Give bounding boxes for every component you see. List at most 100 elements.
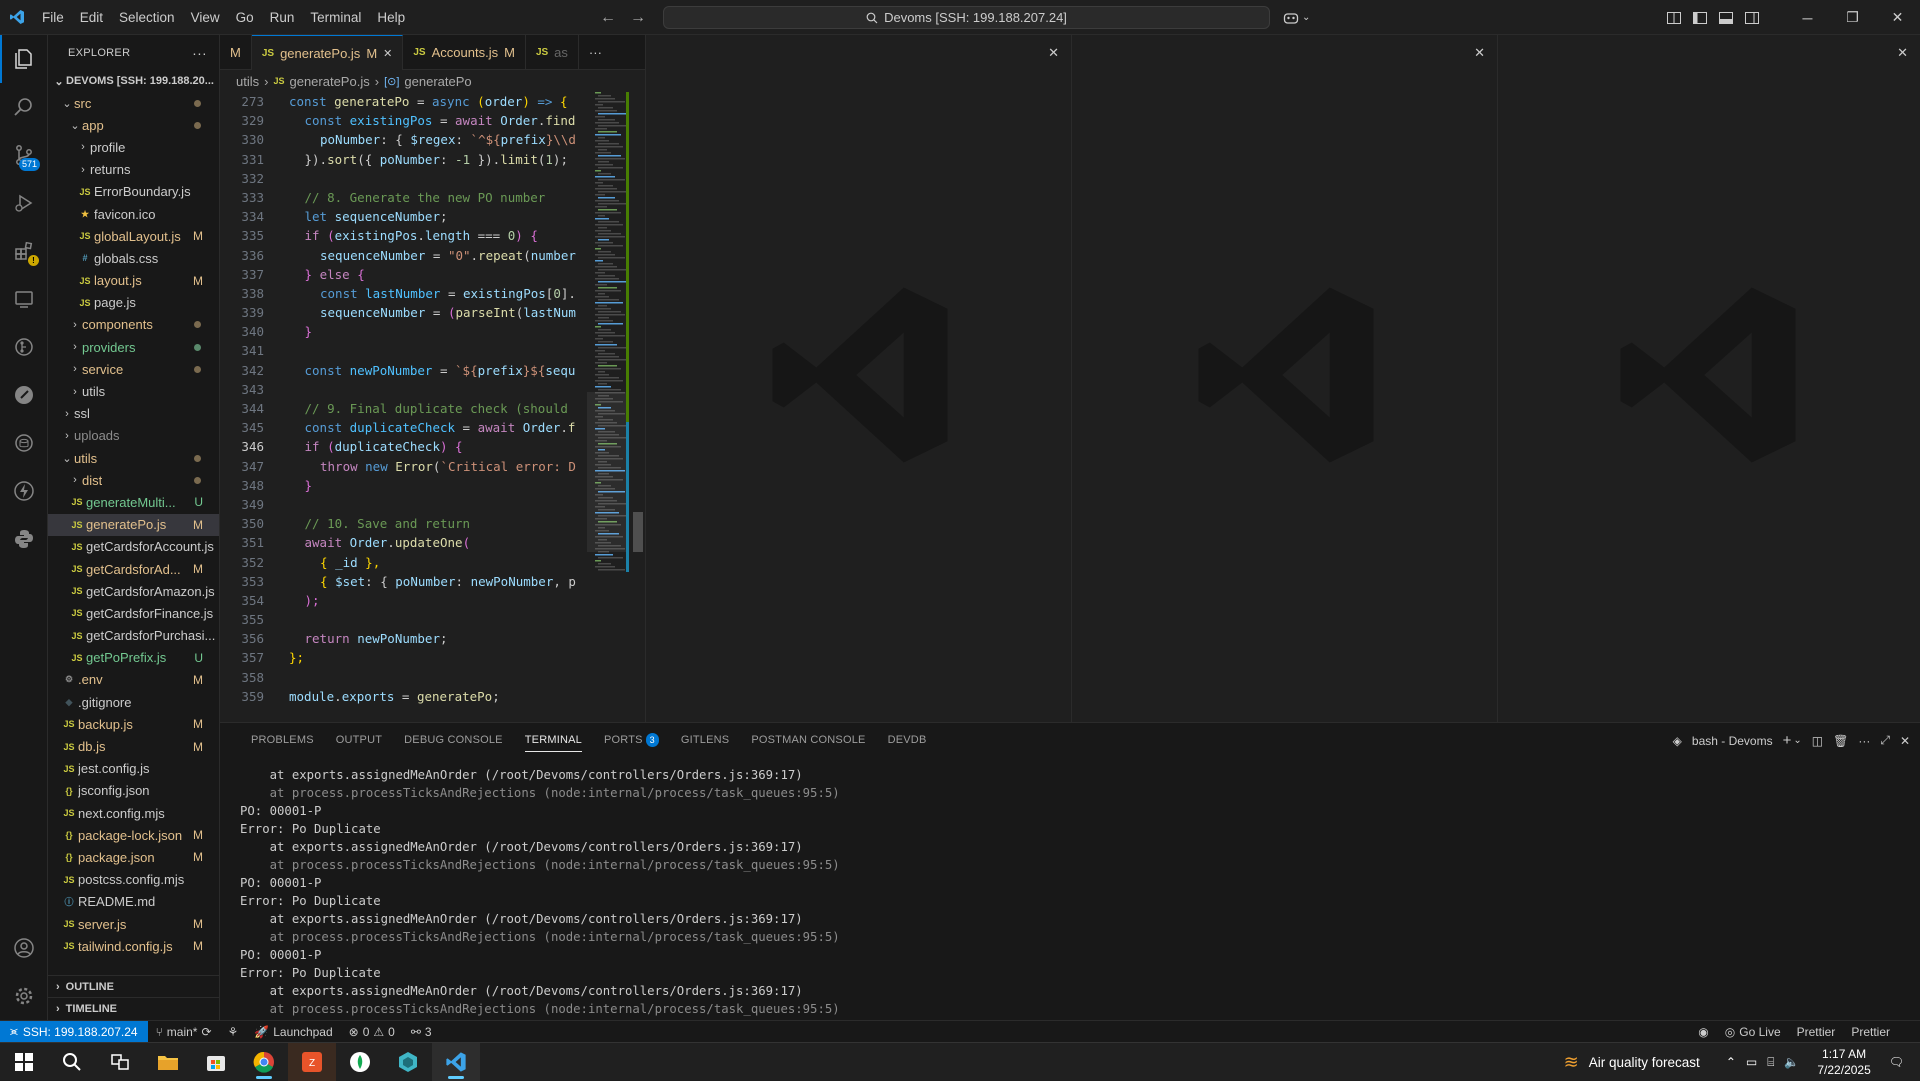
tree-item[interactable]: › profile: [48, 136, 219, 158]
forward-arrow-icon[interactable]: →: [630, 9, 646, 27]
python-icon[interactable]: [0, 515, 48, 563]
remote-indicator[interactable]: ⪤ SSH: 199.188.207.24: [0, 1020, 148, 1043]
windows-start-icon[interactable]: [0, 1043, 48, 1081]
menu-item-go[interactable]: Go: [228, 0, 262, 35]
taskbar-search-icon[interactable]: [48, 1043, 96, 1081]
code-lines[interactable]: const generatePo = async (order) => {con…: [289, 92, 609, 706]
close-group-icon[interactable]: ✕: [1048, 45, 1059, 61]
trash-icon[interactable]: 🗑: [1833, 734, 1848, 748]
code-line[interactable]: poNumber: { $regex: `^${prefix}\\d: [289, 130, 609, 149]
new-terminal-icon[interactable]: +: [1783, 732, 1792, 749]
close-tab-icon[interactable]: ✕: [383, 47, 392, 60]
menu-item-view[interactable]: View: [183, 0, 228, 35]
run-debug-icon[interactable]: [0, 179, 48, 227]
minimap[interactable]: [587, 92, 645, 722]
tree-item[interactable]: › dist: [48, 469, 219, 491]
panel-tab-problems[interactable]: PROBLEMS: [240, 723, 325, 758]
code-line[interactable]: // 10. Save and return: [289, 514, 609, 533]
tree-item[interactable]: JS globalLayout.js M: [48, 225, 219, 247]
tree-item[interactable]: › uploads: [48, 425, 219, 447]
postman-icon[interactable]: [0, 371, 48, 419]
code-line[interactable]: [289, 380, 609, 399]
panel-tab-postman-console[interactable]: POSTMAN CONSOLE: [740, 723, 876, 758]
terminal-output[interactable]: at exports.assignedMeAnOrder (/root/Devo…: [240, 766, 840, 1018]
tree-item[interactable]: JS tailwind.config.js M: [48, 935, 219, 957]
tree-item[interactable]: ★ favicon.ico: [48, 203, 219, 225]
code-line[interactable]: }: [289, 322, 609, 341]
chevron-up-icon[interactable]: ⌃: [1726, 1055, 1736, 1069]
timeline-section[interactable]: › TIMELINE: [48, 997, 219, 1019]
code-line[interactable]: [289, 341, 609, 360]
command-center[interactable]: Devoms [SSH: 199.188.207.24]: [663, 6, 1270, 29]
panel-tab-debug-console[interactable]: DEBUG CONSOLE: [393, 723, 514, 758]
code-line[interactable]: const duplicateCheck = await Order.f: [289, 418, 609, 437]
chevron-down-icon[interactable]: ⌄: [1793, 735, 1801, 746]
tree-item[interactable]: JS page.js: [48, 292, 219, 314]
panel-tab-output[interactable]: OUTPUT: [325, 723, 393, 758]
tree-item[interactable]: {} package-lock.json M: [48, 824, 219, 846]
volume-icon[interactable]: 🔈: [1784, 1055, 1799, 1069]
extensions-icon[interactable]: !: [0, 227, 48, 275]
prettier-status-2[interactable]: Prettier: [1843, 1025, 1898, 1039]
ports-indicator[interactable]: ⚯ 3: [403, 1025, 440, 1039]
tree-item[interactable]: JS generateMulti... U: [48, 491, 219, 513]
code-line[interactable]: if (existingPos.length === 0) {: [289, 226, 609, 245]
explorer-icon[interactable]: [0, 35, 48, 83]
branch-indicator[interactable]: ⑂ main* ⟳: [148, 1025, 220, 1039]
back-arrow-icon[interactable]: ←: [600, 9, 616, 27]
code-line[interactable]: sequenceNumber = (parseInt(lastNum: [289, 303, 609, 322]
menu-item-file[interactable]: File: [34, 0, 72, 35]
tree-item[interactable]: › components: [48, 314, 219, 336]
code-line[interactable]: if (duplicateCheck) {: [289, 437, 609, 456]
customize-layout-icon[interactable]: [1661, 0, 1687, 35]
chrome-icon[interactable]: [240, 1043, 288, 1081]
prettier-status[interactable]: Prettier: [1789, 1025, 1844, 1039]
editor-group-2[interactable]: ✕: [645, 35, 1071, 722]
tree-item[interactable]: › utils: [48, 380, 219, 402]
copilot-icon[interactable]: ⌄: [1283, 0, 1310, 35]
menu-item-selection[interactable]: Selection: [111, 0, 183, 35]
panel-tab-devdb[interactable]: DEVDB: [877, 723, 938, 758]
tree-item[interactable]: JS db.js M: [48, 735, 219, 757]
code-line[interactable]: } else {: [289, 265, 609, 284]
tree-item[interactable]: JS generatePo.js M: [48, 513, 219, 536]
tree-item[interactable]: JS getCardsforAmazon.js: [48, 580, 219, 602]
mongodb-compass-icon[interactable]: [336, 1043, 384, 1081]
terminal-name[interactable]: bash - Devoms: [1692, 734, 1773, 748]
tree-item[interactable]: › ssl: [48, 403, 219, 425]
microsoft-store-icon[interactable]: [192, 1043, 240, 1081]
tree-item[interactable]: ⌄ utils: [48, 447, 219, 469]
tree-item[interactable]: › returns: [48, 159, 219, 181]
tab-m[interactable]: M: [220, 35, 252, 70]
gitlens-icon[interactable]: [0, 323, 48, 371]
thunder-client-icon[interactable]: [0, 467, 48, 515]
code-line[interactable]: const existingPos = await Order.find: [289, 111, 609, 130]
editor-group-3[interactable]: ✕: [1071, 35, 1497, 722]
code-line[interactable]: }).sort({ poNumber: -1 }).limit(1);: [289, 150, 609, 169]
code-line[interactable]: module.exports = generatePo;: [289, 687, 609, 706]
vscode-taskbar-icon[interactable]: [432, 1042, 480, 1081]
code-line[interactable]: { _id },: [289, 553, 609, 572]
code-line[interactable]: [289, 169, 609, 188]
close-window-icon[interactable]: ✕: [1875, 0, 1920, 35]
code-line[interactable]: [289, 610, 609, 629]
zoho-icon[interactable]: Z: [288, 1042, 336, 1081]
code-line[interactable]: const lastNumber = existingPos[0].: [289, 284, 609, 303]
menu-item-run[interactable]: Run: [262, 0, 303, 35]
tree-item[interactable]: JS getCardsforFinance.js: [48, 602, 219, 624]
toggle-secondary-sidebar-icon[interactable]: [1739, 0, 1765, 35]
close-panel-icon[interactable]: ✕: [1900, 734, 1910, 748]
code-line[interactable]: return newPoNumber;: [289, 629, 609, 648]
restore-icon[interactable]: ❐: [1830, 0, 1875, 35]
sync-icon[interactable]: ⟳: [201, 1025, 211, 1039]
tab-as[interactable]: JS as: [526, 35, 579, 70]
tree-item[interactable]: JS next.config.mjs: [48, 802, 219, 824]
tree-item[interactable]: ⌄ app: [48, 114, 219, 136]
file-explorer-icon[interactable]: [144, 1043, 192, 1081]
outline-section[interactable]: › OUTLINE: [48, 975, 219, 997]
code-line[interactable]: // 9. Final duplicate check (should: [289, 399, 609, 418]
copilot-status-icon[interactable]: ◉: [1690, 1025, 1716, 1039]
panel-tab-gitlens[interactable]: GITLENS: [670, 723, 740, 758]
code-line[interactable]: }: [289, 476, 609, 495]
editor-group-4[interactable]: ✕: [1497, 35, 1920, 722]
